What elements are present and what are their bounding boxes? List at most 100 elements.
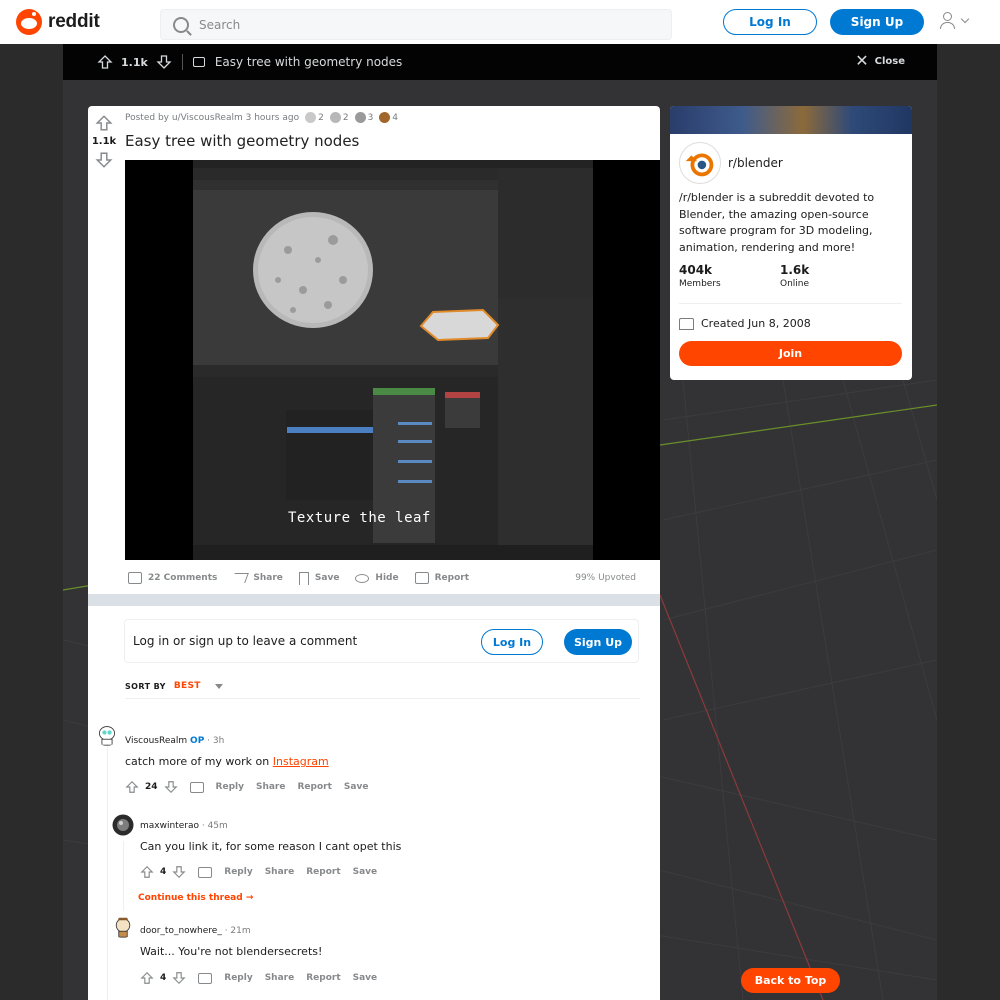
logo-text: reddit xyxy=(48,11,100,32)
award[interactable]: 2 xyxy=(329,112,349,123)
reply-button[interactable]: Reply xyxy=(216,782,244,792)
divider xyxy=(181,54,183,70)
avatar[interactable] xyxy=(112,814,134,836)
comment-login-box: Log in or sign up to leave a comment Log… xyxy=(124,619,639,663)
comment-author[interactable]: door_to_nowhere_ · 21m xyxy=(140,926,251,936)
post-actions: 22 Comments Share Save Hide Report 99% U… xyxy=(128,568,648,588)
comment-score: 4 xyxy=(160,973,167,983)
online-stat: 1.6k Online xyxy=(780,263,810,289)
sort-value[interactable]: BEST xyxy=(174,681,201,691)
back-to-top-button[interactable]: Back to Top xyxy=(741,968,840,993)
created-date: Created Jun 8, 2008 xyxy=(679,317,811,330)
sort-control[interactable]: SORT BY BEST xyxy=(125,681,223,691)
reply-button[interactable]: Reply xyxy=(224,867,252,877)
hide-button[interactable]: Hide xyxy=(355,573,399,583)
search-bar[interactable]: Search xyxy=(160,9,672,40)
share-button[interactable]: Share xyxy=(265,973,295,983)
sort-label: SORT BY xyxy=(125,681,166,691)
share-button[interactable]: Share xyxy=(231,573,283,583)
comment-time[interactable]: · 21m xyxy=(225,926,251,936)
search-icon xyxy=(173,16,189,33)
reply-icon xyxy=(189,781,204,793)
comments-button[interactable]: 22 Comments xyxy=(128,572,217,584)
video-caption: Texture the leaf xyxy=(288,510,431,526)
comment-body: catch more of my work on Instagram xyxy=(125,755,329,768)
upvote-icon[interactable] xyxy=(125,780,139,794)
reddit-snoo-icon xyxy=(16,9,42,35)
downvote-icon[interactable] xyxy=(163,780,178,794)
downvote-icon[interactable] xyxy=(156,54,172,70)
video-player[interactable]: Texture the leaf xyxy=(125,160,660,560)
award[interactable]: 4 xyxy=(379,112,398,123)
video-post-icon xyxy=(192,57,205,67)
signup-button[interactable]: Sign Up xyxy=(830,9,924,35)
instagram-link[interactable]: Instagram xyxy=(273,755,329,768)
downvote-icon[interactable] xyxy=(95,151,113,169)
search-input[interactable]: Search xyxy=(199,18,240,32)
report-button[interactable]: Report xyxy=(414,572,469,584)
close-icon: ✕ xyxy=(855,51,869,70)
community-name[interactable]: r/blender xyxy=(728,156,783,170)
downvote-icon[interactable] xyxy=(172,865,186,879)
avatar[interactable] xyxy=(112,916,134,938)
post-title[interactable]: Easy tree with geometry nodes xyxy=(125,132,359,150)
post-vote-count: 1.1k xyxy=(91,136,117,147)
comment-signup-button[interactable]: Sign Up xyxy=(564,629,632,655)
upvote-icon[interactable] xyxy=(95,114,113,132)
post-vote-column: 1.1k xyxy=(88,106,120,169)
user-icon xyxy=(940,12,955,29)
reddit-logo[interactable]: reddit xyxy=(16,9,100,35)
continue-thread-link[interactable]: Continue this thread → xyxy=(138,893,253,903)
close-button[interactable]: ✕ Close xyxy=(855,51,905,70)
video-frame: Texture the leaf xyxy=(193,160,593,560)
comment-author[interactable]: maxwinterao · 45m xyxy=(140,821,228,831)
comment-actions: 4 Reply Share Report Save xyxy=(140,865,389,879)
save-button[interactable]: Save xyxy=(344,782,369,792)
share-button[interactable]: Share xyxy=(265,867,295,877)
report-button[interactable]: Report xyxy=(306,867,340,877)
comment-time[interactable]: · 3h xyxy=(207,736,224,746)
save-button[interactable]: Save xyxy=(298,571,339,585)
upvote-icon[interactable] xyxy=(140,865,154,879)
thread-line[interactable] xyxy=(107,744,108,1000)
comment-actions: 4 Reply Share Report Save xyxy=(140,971,389,985)
save-button[interactable]: Save xyxy=(353,973,378,983)
community-sidebar: r/blender /r/blender is a subreddit devo… xyxy=(670,106,912,380)
members-stat: 404k Members xyxy=(679,263,721,289)
divider xyxy=(679,303,902,304)
report-button[interactable]: Report xyxy=(306,973,340,983)
post-bar-vote-count: 1.1k xyxy=(121,55,148,69)
divider xyxy=(125,698,640,699)
thread-line[interactable] xyxy=(123,841,124,911)
upvote-icon[interactable] xyxy=(97,54,113,70)
eye-icon xyxy=(355,573,370,583)
comment-author[interactable]: ViscousRealm OP · 3h xyxy=(125,736,224,746)
downvote-icon[interactable] xyxy=(172,971,186,985)
upvote-icon[interactable] xyxy=(140,971,154,985)
avatar[interactable] xyxy=(96,724,118,746)
report-button[interactable]: Report xyxy=(297,782,331,792)
posted-by[interactable]: Posted by u/ViscousRealm 3 hours ago xyxy=(125,113,299,123)
award[interactable]: 2 xyxy=(305,112,324,123)
comment-body: Wait... You're not blendersecrets! xyxy=(140,945,323,958)
award-icon xyxy=(379,112,391,123)
blender-screenshot xyxy=(193,160,593,560)
bookmark-icon xyxy=(298,571,309,585)
community-description: /r/blender is a subreddit devoted to Ble… xyxy=(679,191,875,254)
award[interactable]: 3 xyxy=(354,112,373,123)
user-menu-button[interactable] xyxy=(940,12,970,29)
reply-button[interactable]: Reply xyxy=(224,973,252,983)
reply-icon xyxy=(198,866,213,878)
save-button[interactable]: Save xyxy=(353,867,378,877)
join-button[interactable]: Join xyxy=(679,341,902,366)
cake-icon xyxy=(679,317,694,330)
close-label: Close xyxy=(874,55,905,67)
login-button[interactable]: Log In xyxy=(723,9,817,35)
comment-time[interactable]: · 45m xyxy=(202,821,228,831)
op-badge: OP xyxy=(190,736,205,746)
share-button[interactable]: Share xyxy=(256,782,286,792)
share-icon xyxy=(231,573,250,583)
post-overlay-bar: 1.1k Easy tree with geometry nodes ✕ Clo… xyxy=(63,44,937,80)
comment-login-button[interactable]: Log In xyxy=(481,629,543,655)
blender-logo-icon[interactable] xyxy=(679,142,721,184)
